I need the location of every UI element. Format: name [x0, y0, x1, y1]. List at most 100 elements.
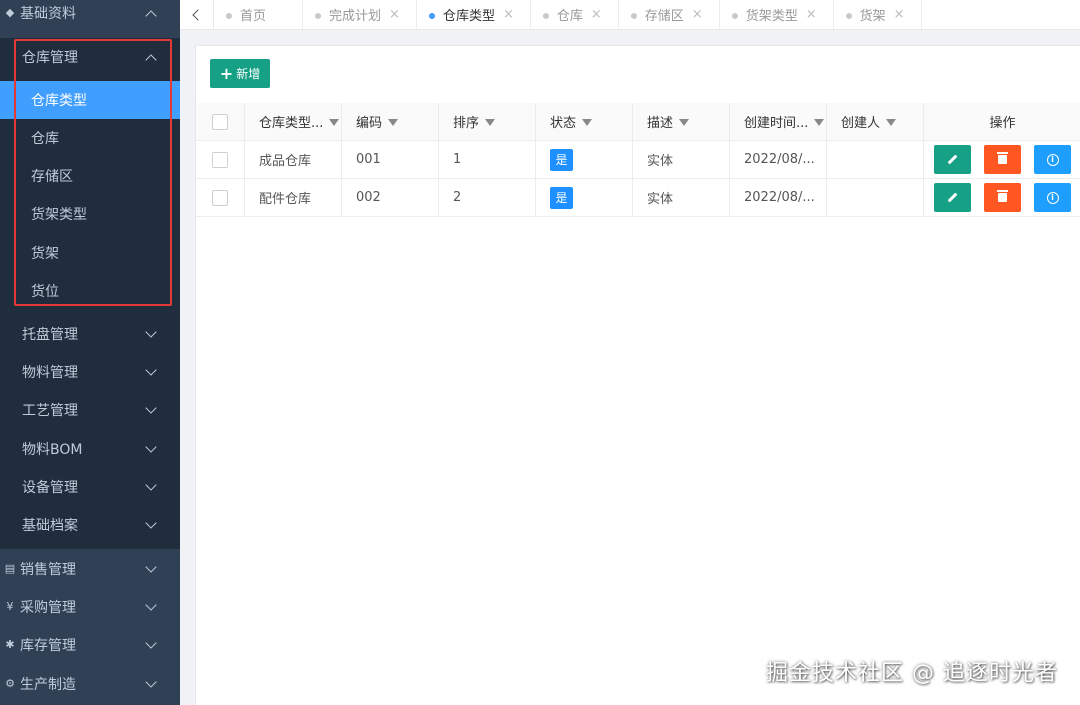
tab-dot — [731, 12, 738, 19]
menu-sales-management[interactable]: ▤ 销售管理 — [0, 550, 180, 588]
close-icon[interactable]: × — [591, 7, 602, 22]
tab-dot — [845, 12, 852, 19]
cell-description: 实体 — [633, 141, 730, 178]
tab-warehouse[interactable]: 仓库 × — [531, 0, 619, 30]
chevron-down-icon — [146, 640, 156, 650]
cell-creator — [827, 179, 924, 216]
menu-pallet-management[interactable]: 托盘管理 — [0, 315, 180, 353]
cell-created-time: 2022/08/... — [730, 141, 827, 178]
cell-status: 是 — [536, 141, 633, 178]
chevron-up-icon — [146, 8, 156, 18]
menu-inventory-management[interactable]: ✱ 库存管理 — [0, 626, 180, 664]
info-button[interactable]: i — [1034, 145, 1071, 174]
trash-icon — [997, 190, 1008, 202]
delete-button[interactable] — [984, 145, 1021, 174]
tab-shelf-type[interactable]: 货架类型 × — [720, 0, 834, 30]
data-table: 仓库类型... 编码 排序 状态 描述 创建时间... 创建人 操作 成品仓库 … — [196, 103, 1080, 217]
table-row: 成品仓库 001 1 是 实体 2022/08/... i — [196, 141, 1080, 179]
tab-shelf[interactable]: 货架 × — [834, 0, 922, 30]
row-select-cell — [196, 179, 245, 216]
select-all-checkbox[interactable] — [212, 113, 228, 130]
filter-icon[interactable] — [329, 119, 340, 126]
close-icon[interactable]: × — [806, 7, 817, 22]
filter-icon[interactable] — [582, 119, 593, 126]
header-warehouse-type[interactable]: 仓库类型... — [245, 103, 342, 140]
status-badge: 是 — [550, 148, 573, 171]
info-icon: i — [1046, 191, 1059, 204]
shield-icon: ◆ — [5, 6, 15, 19]
chevron-down-icon — [146, 405, 156, 415]
edit-button[interactable] — [934, 183, 971, 212]
header-description[interactable]: 描述 — [633, 103, 730, 140]
cell-actions: i — [924, 141, 1080, 178]
header-actions: 操作 — [989, 116, 1016, 131]
gear-icon: ✱ — [5, 638, 15, 651]
menu-item-shelf-type[interactable]: 货架类型 — [0, 195, 180, 233]
tab-warehouse-type[interactable]: 仓库类型 × — [417, 0, 531, 30]
pencil-icon — [947, 192, 958, 203]
header-sort[interactable]: 排序 — [439, 103, 536, 140]
yen-icon: ¥ — [6, 600, 14, 613]
menu-item-warehouse[interactable]: 仓库 — [0, 119, 180, 157]
tab-complete-plan[interactable]: 完成计划 × — [303, 0, 417, 30]
cell-name: 配件仓库 — [245, 179, 342, 216]
menu-material-bom[interactable]: 物料BOM — [0, 430, 180, 468]
plus-icon: + — [219, 63, 234, 83]
cell-actions: i — [924, 179, 1080, 216]
row-checkbox[interactable] — [212, 189, 228, 206]
menu-production[interactable]: ⚙ 生产制造 — [0, 665, 180, 703]
menu-purchase-management[interactable]: ¥ 采购管理 — [0, 588, 180, 626]
close-icon[interactable]: × — [692, 7, 703, 22]
header-creator[interactable]: 创建人 — [827, 103, 924, 140]
chevron-down-icon — [146, 444, 156, 454]
close-icon[interactable]: × — [389, 7, 400, 22]
menu-item-location[interactable]: 货位 — [0, 272, 180, 310]
delete-button[interactable] — [984, 183, 1021, 212]
filter-icon[interactable] — [388, 119, 399, 126]
cell-description: 实体 — [633, 179, 730, 216]
factory-icon: ⚙ — [5, 677, 15, 690]
chevron-down-icon — [146, 602, 156, 612]
close-icon[interactable]: × — [894, 7, 905, 22]
status-badge: 是 — [550, 186, 573, 209]
menu-item-shelf[interactable]: 货架 — [0, 234, 180, 272]
close-icon[interactable]: × — [503, 7, 514, 22]
tab-storage-area[interactable]: 存储区 × — [619, 0, 720, 30]
menu-basic-data[interactable]: ◆ 基础资料 — [0, 0, 180, 32]
cell-name: 成品仓库 — [245, 141, 342, 178]
header-code[interactable]: 编码 — [342, 103, 439, 140]
tab-home[interactable]: 首页 — [214, 0, 304, 30]
add-button[interactable]: + 新增 — [210, 59, 270, 88]
tab-dot — [542, 12, 549, 19]
menu-basic-archives[interactable]: 基础档案 — [0, 506, 180, 544]
header-status[interactable]: 状态 — [536, 103, 633, 140]
row-select-cell — [196, 141, 245, 178]
sidebar: ◆ 基础资料 仓库管理 仓库类型 仓库 存储区 货架类型 货架 货位 托盘管理 … — [0, 0, 180, 705]
cell-created-time: 2022/08/... — [730, 179, 827, 216]
filter-icon[interactable] — [485, 119, 496, 126]
menu-material-management[interactable]: 物料管理 — [0, 353, 180, 391]
menu-warehouse-management[interactable]: 仓库管理 — [0, 38, 180, 76]
tab-bar: 首页 完成计划 × 仓库类型 × 仓库 × 存储区 × 货架类型 × 货架 × — [180, 0, 1080, 30]
info-button[interactable]: i — [1034, 183, 1071, 212]
edit-button[interactable] — [934, 145, 971, 174]
menu-item-storage-area[interactable]: 存储区 — [0, 157, 180, 195]
filter-icon[interactable] — [886, 119, 897, 126]
chevron-down-icon — [146, 367, 156, 377]
menu-process-management[interactable]: 工艺管理 — [0, 391, 180, 429]
tab-scroll-left-button[interactable] — [180, 0, 214, 30]
cell-code: 002 — [342, 179, 439, 216]
menu-item-warehouse-type[interactable]: 仓库类型 — [0, 81, 180, 119]
menu-equipment-management[interactable]: 设备管理 — [0, 468, 180, 506]
filter-icon[interactable] — [814, 119, 825, 126]
header-created-time[interactable]: 创建时间... — [730, 103, 827, 140]
watermark: 掘金技术社区 @ 追逐时光者 — [766, 661, 1058, 686]
chevron-up-icon — [146, 52, 156, 62]
chevron-left-icon — [192, 8, 204, 21]
filter-icon[interactable] — [679, 119, 690, 126]
cart-icon: ▤ — [4, 562, 16, 575]
cell-creator — [827, 141, 924, 178]
cell-sort: 1 — [439, 141, 536, 178]
row-checkbox[interactable] — [212, 151, 228, 168]
cell-sort: 2 — [439, 179, 536, 216]
